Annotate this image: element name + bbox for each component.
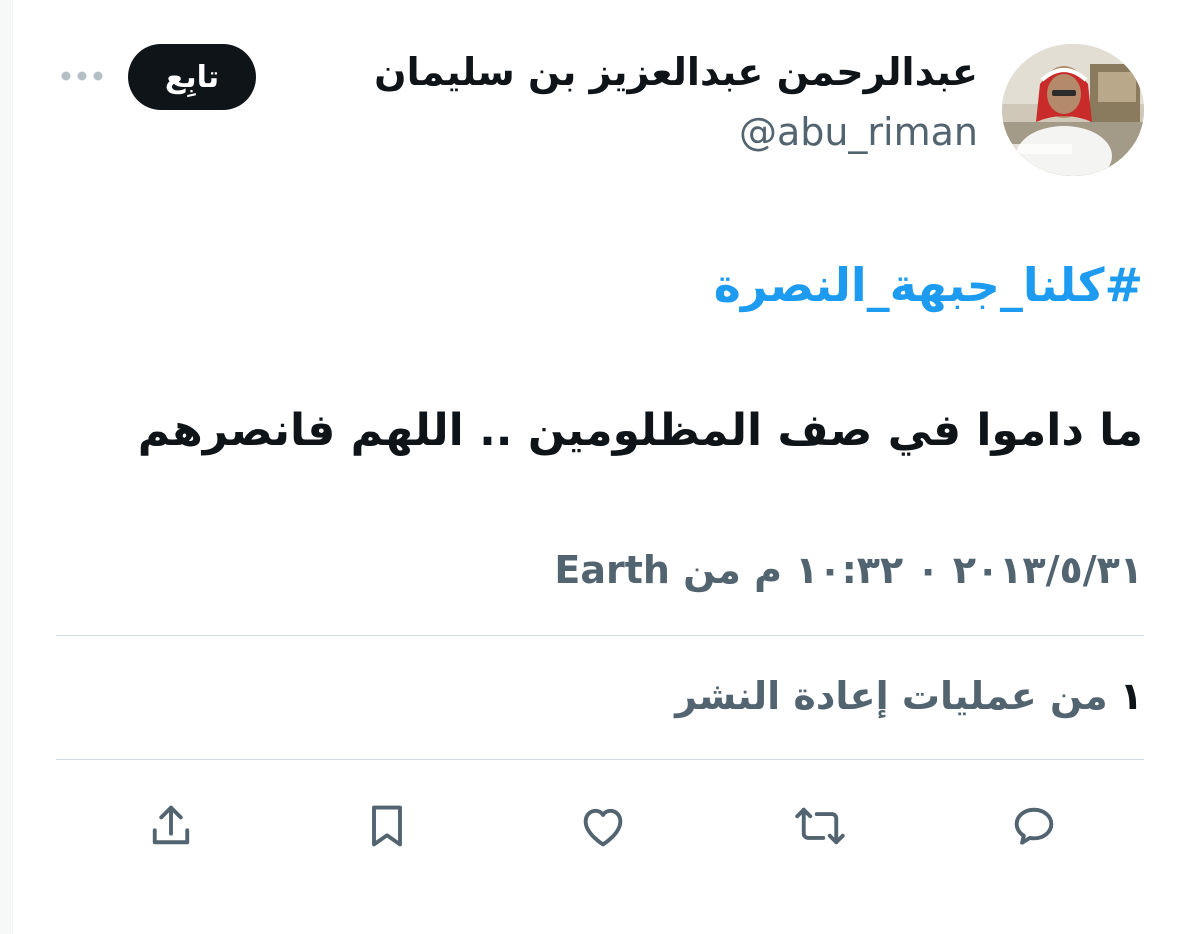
user-handle[interactable]: @abu_riman	[739, 110, 978, 156]
reply-button[interactable]	[1004, 796, 1064, 856]
bookmark-button[interactable]	[357, 796, 417, 856]
user-avatar[interactable]	[1002, 44, 1144, 176]
divider-top	[56, 635, 1144, 636]
display-name[interactable]: عبدالرحمن عبدالعزيز بن سليمان	[374, 50, 978, 96]
tweet-page: عبدالرحمن عبدالعزيز بن سليمان @abu_riman…	[0, 0, 1200, 934]
tweet-text: ما داموا في صف المظلومين .. اللهم فانصره…	[137, 405, 1143, 456]
more-icon[interactable]	[56, 58, 108, 94]
retweet-count-link[interactable]: ١ من عمليات إعادة النشر	[675, 672, 1143, 721]
hashtag-link[interactable]: #كلنا_جبهة_النصرة	[714, 256, 1143, 316]
retweet-label: من عمليات إعادة النشر	[675, 674, 1108, 718]
more-horizontal-icon	[61, 71, 103, 81]
tweet-timestamp[interactable]: ٢٠١٣/٥/٣١ ٠ ١٠:٣٢ م من	[683, 548, 1143, 592]
reply-icon	[1014, 807, 1054, 845]
left-border	[0, 0, 13, 934]
share-button[interactable]	[141, 796, 201, 856]
bookmark-icon	[372, 805, 402, 847]
like-button[interactable]	[573, 796, 633, 856]
tweet-source[interactable]: Earth	[554, 548, 670, 592]
retweet-button[interactable]	[790, 796, 850, 856]
tweet-metadata: ٢٠١٣/٥/٣١ ٠ ١٠:٣٢ م من Earth	[554, 546, 1143, 595]
share-icon	[152, 805, 190, 845]
avatar-image	[1002, 44, 1144, 176]
retweet-icon	[795, 807, 845, 845]
divider-bottom	[56, 759, 1144, 760]
retweet-count: ١	[1119, 674, 1143, 718]
follow-button[interactable]: تابِع	[128, 44, 256, 110]
heart-icon	[583, 808, 623, 847]
